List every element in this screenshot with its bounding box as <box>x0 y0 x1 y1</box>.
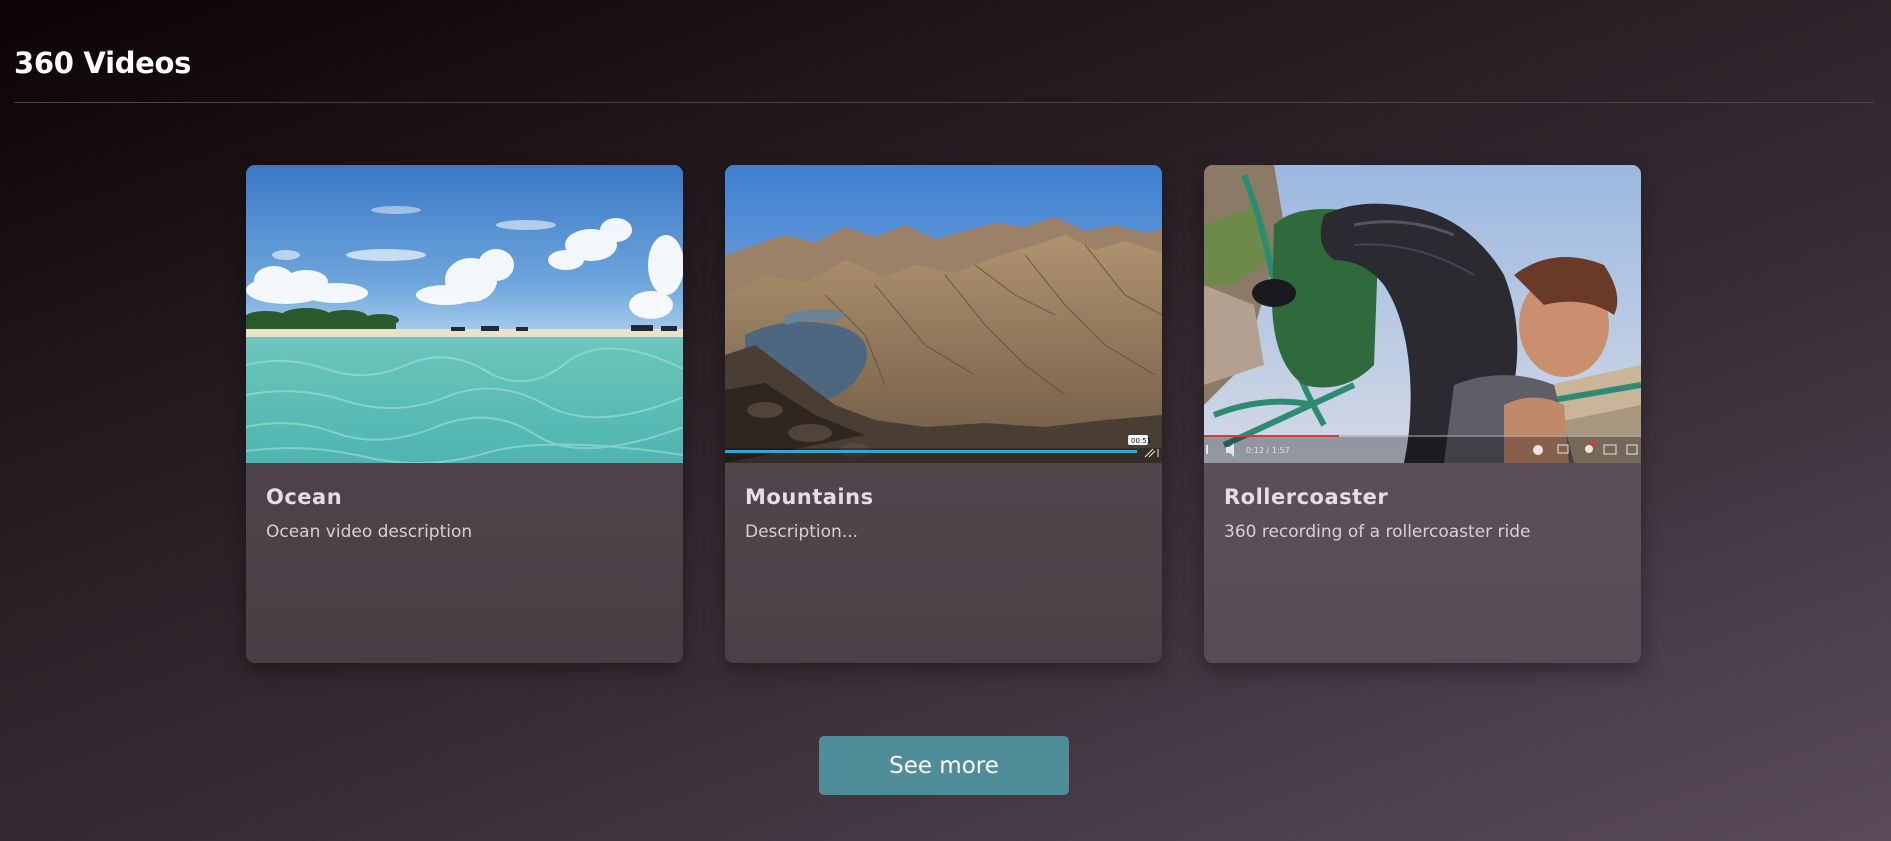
video-description: Description... <box>745 522 859 542</box>
see-more-button[interactable]: See more <box>819 736 1069 795</box>
video-description: 360 recording of a rollercoaster ride <box>1224 522 1531 542</box>
video-thumbnail-rollercoaster[interactable]: 0:12 / 1:57 <box>1204 165 1641 463</box>
player-time: 0:12 / 1:57 <box>1246 446 1290 455</box>
title-divider <box>14 102 1874 103</box>
video-card-rollercoaster[interactable]: 0:12 / 1:57 Rollercoaster 360 recording … <box>1204 165 1641 663</box>
video-thumbnail-ocean[interactable] <box>246 165 683 463</box>
video-title: Ocean <box>266 485 343 509</box>
player-time-badge: 00:51 <box>1131 437 1151 445</box>
page-title: 360 Videos <box>14 46 192 80</box>
video-description: Ocean video description <box>266 522 473 542</box>
video-thumbnail-mountains[interactable]: 00:51 <box>725 165 1162 463</box>
video-title: Rollercoaster <box>1224 485 1389 509</box>
video-card-mountains[interactable]: 00:51 Mountains Description... <box>725 165 1162 663</box>
video-card-ocean[interactable]: Ocean Ocean video description <box>246 165 683 663</box>
ocean-beach-thumbnail <box>246 165 683 463</box>
mountain-lake-thumbnail: 00:51 <box>725 165 1162 463</box>
video-card-list: Ocean Ocean video description 00:51 Moun… <box>246 165 1641 663</box>
video-title: Mountains <box>745 485 874 509</box>
rollercoaster-thumbnail: 0:12 / 1:57 <box>1204 165 1641 463</box>
